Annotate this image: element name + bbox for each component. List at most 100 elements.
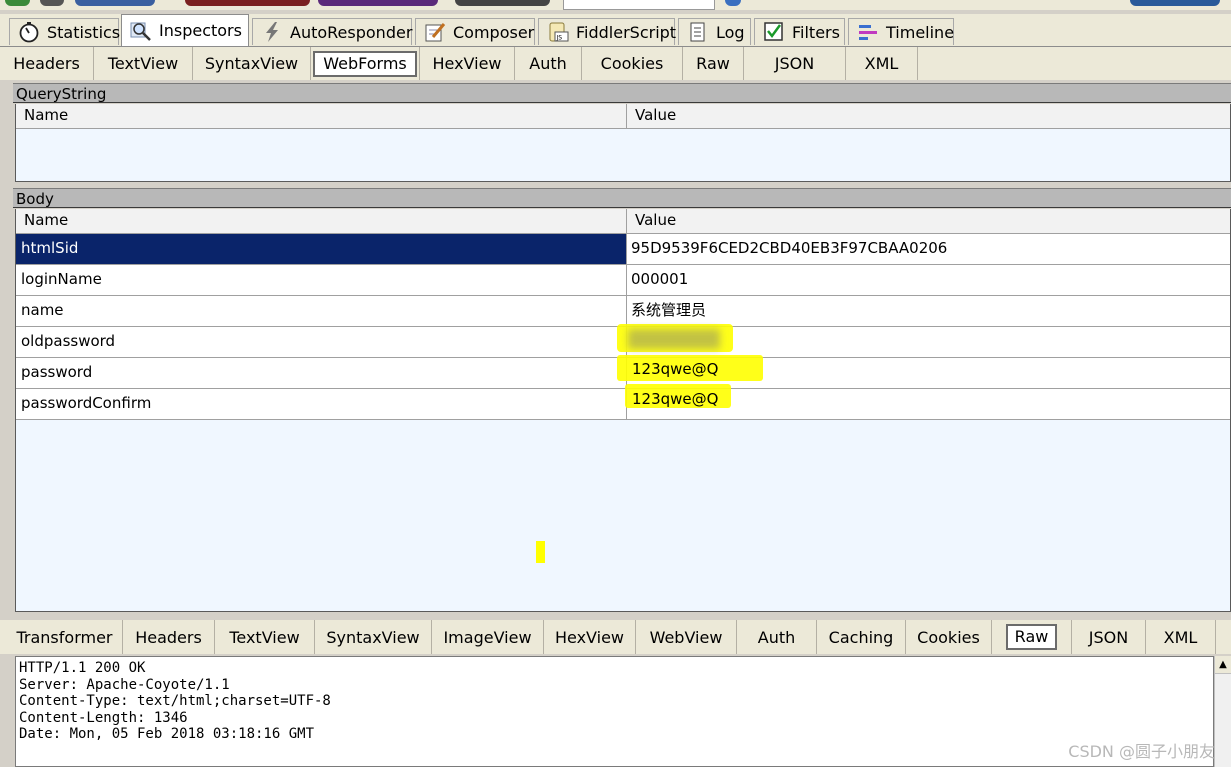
- raw-line: Content-Length: 1346: [19, 709, 188, 726]
- response-scrollbar[interactable]: ▲: [1214, 656, 1231, 767]
- querystring-col-value[interactable]: Value: [627, 104, 676, 128]
- body-col-name[interactable]: Name: [16, 209, 627, 233]
- request-tab-syntaxview[interactable]: SyntaxView: [193, 47, 311, 80]
- request-view-tabs: Headers TextView SyntaxView WebForms HexView…: [0, 47, 1231, 80]
- pencil-icon: [425, 23, 446, 42]
- body-row[interactable]: name 系统管理员: [16, 296, 1230, 327]
- tab-label: ImageView: [443, 627, 532, 647]
- body-section-header: Body: [13, 188, 1231, 208]
- response-tab-textview[interactable]: TextView: [215, 620, 315, 654]
- main-tab-strip: Statistics Inspectors AutoResponder Comp…: [0, 14, 1231, 47]
- tab-statistics[interactable]: Statistics: [9, 18, 120, 45]
- watermark: CSDN @圆子小朋友: [1068, 742, 1215, 761]
- tab-label: XML: [1163, 627, 1198, 647]
- request-tab-raw[interactable]: Raw: [683, 47, 744, 80]
- password-value-overlay: 123qwe@Q: [632, 360, 719, 378]
- body-row[interactable]: loginName 000001: [16, 265, 1230, 296]
- request-tab-webforms[interactable]: WebForms: [311, 47, 420, 80]
- tab-label: Log: [716, 22, 745, 42]
- response-tab-caching[interactable]: Caching: [817, 620, 906, 654]
- tab-label: JSON: [1088, 627, 1129, 647]
- response-tab-auth[interactable]: Auth: [737, 620, 817, 654]
- response-tab-cookies[interactable]: Cookies: [906, 620, 992, 654]
- response-tab-json[interactable]: JSON: [1072, 620, 1146, 654]
- tab-label: AutoResponder: [290, 22, 413, 42]
- body-row-name: oldpassword: [16, 327, 627, 357]
- tab-filters[interactable]: Filters: [754, 18, 845, 45]
- response-tab-headers[interactable]: Headers: [123, 620, 215, 654]
- request-tab-json[interactable]: JSON: [744, 47, 846, 80]
- lightning-icon: [266, 22, 278, 42]
- response-tab-webview[interactable]: WebView: [636, 620, 737, 654]
- tab-label: Auth: [757, 627, 796, 647]
- tab-label: Filters: [792, 22, 840, 42]
- raw-line: HTTP/1.1 200 OK: [19, 660, 146, 676]
- tab-autoresponder[interactable]: AutoResponder: [252, 18, 412, 45]
- request-tab-headers[interactable]: Headers: [0, 47, 94, 80]
- response-tab-transformer[interactable]: Transformer: [7, 620, 123, 654]
- response-tab-syntaxview[interactable]: SyntaxView: [315, 620, 432, 654]
- tab-inspectors[interactable]: Inspectors: [121, 14, 249, 46]
- response-tab-imageview[interactable]: ImageView: [432, 620, 544, 654]
- body-row-name: loginName: [16, 265, 627, 295]
- checkbox-icon: [764, 22, 783, 41]
- tab-label: Caching: [828, 627, 894, 647]
- tab-label: Headers: [135, 627, 202, 647]
- body-row[interactable]: htmlSid 95D9539F6CED2CBD40EB3F97CBAA0206: [16, 234, 1230, 265]
- body-row-name: passwordConfirm: [16, 389, 627, 419]
- tab-label: Inspectors: [159, 21, 242, 40]
- script-icon: JS: [549, 22, 569, 42]
- request-tab-auth[interactable]: Auth: [515, 47, 582, 80]
- tab-timeline[interactable]: Timeline: [848, 18, 954, 45]
- raw-response-text[interactable]: HTTP/1.1 200 OK Server: Apache-Coyote/1.1…: [15, 656, 1214, 767]
- svg-text:JS: JS: [556, 35, 563, 42]
- body-row-name: name: [16, 296, 627, 326]
- querystring-title: QueryString: [16, 85, 107, 103]
- body-row-value: 系统管理员: [631, 301, 707, 319]
- request-tab-textview[interactable]: TextView: [94, 47, 193, 80]
- tab-label: JSON: [774, 54, 815, 73]
- tab-label: Transformer: [16, 627, 113, 647]
- tab-label: Raw: [1005, 624, 1058, 650]
- tab-label: Auth: [529, 54, 567, 73]
- raw-line: Date: Mon, 05 Feb 2018 03:18:16 GMT: [19, 726, 315, 742]
- response-tab-hexview[interactable]: HexView: [544, 620, 636, 654]
- timeline-icon: [859, 25, 877, 40]
- body-col-value[interactable]: Value: [627, 209, 676, 233]
- magnifier-icon: [130, 22, 151, 41]
- stopwatch-icon: [19, 22, 39, 43]
- request-tab-cookies[interactable]: Cookies: [582, 47, 683, 80]
- body-row-name: htmlSid: [16, 234, 627, 264]
- request-tab-xml[interactable]: XML: [846, 47, 918, 80]
- tab-label: Headers: [13, 54, 80, 73]
- raw-line: Server: Apache-Coyote/1.1: [19, 676, 230, 693]
- tab-composer[interactable]: Composer: [415, 18, 535, 45]
- tab-label: FiddlerScript: [576, 22, 677, 42]
- tab-label: HexView: [554, 627, 625, 647]
- tab-fiddlerscript[interactable]: JS FiddlerScript: [538, 18, 677, 45]
- body-title: Body: [16, 190, 54, 208]
- tab-label: TextView: [107, 54, 179, 73]
- request-tab-hexview[interactable]: HexView: [420, 47, 515, 80]
- tab-label: SyntaxView: [326, 627, 420, 647]
- tab-label: Composer: [453, 22, 535, 42]
- response-view-tabs: Transformer Headers TextView SyntaxView Imag…: [0, 620, 1231, 654]
- tab-log[interactable]: Log: [678, 18, 751, 45]
- body-row-value: 000001: [631, 270, 689, 288]
- querystring-grid[interactable]: Name Value: [15, 104, 1231, 182]
- body-row-value: 95D9539F6CED2CBD40EB3F97CBAA0206: [631, 239, 948, 257]
- tab-label: TextView: [229, 627, 300, 647]
- response-tab-xml[interactable]: XML: [1146, 620, 1216, 654]
- body-grid[interactable]: Name Value htmlSid 95D9539F6CED2CBD40EB3F…: [15, 209, 1231, 612]
- tab-label: HexView: [432, 54, 502, 73]
- tab-label: XML: [864, 54, 899, 73]
- top-toolbar-clipped: [0, 0, 1231, 10]
- body-row[interactable]: passwordConfirm: [16, 389, 1230, 420]
- response-tab-raw[interactable]: Raw: [992, 620, 1072, 654]
- querystring-section-header: QueryString: [13, 83, 1231, 103]
- highlight-mark: [536, 541, 545, 563]
- tab-label: SyntaxView: [204, 54, 299, 73]
- querystring-col-name[interactable]: Name: [16, 104, 627, 128]
- tab-label: Cookies: [917, 627, 980, 647]
- scroll-up-icon[interactable]: ▲: [1215, 656, 1231, 674]
